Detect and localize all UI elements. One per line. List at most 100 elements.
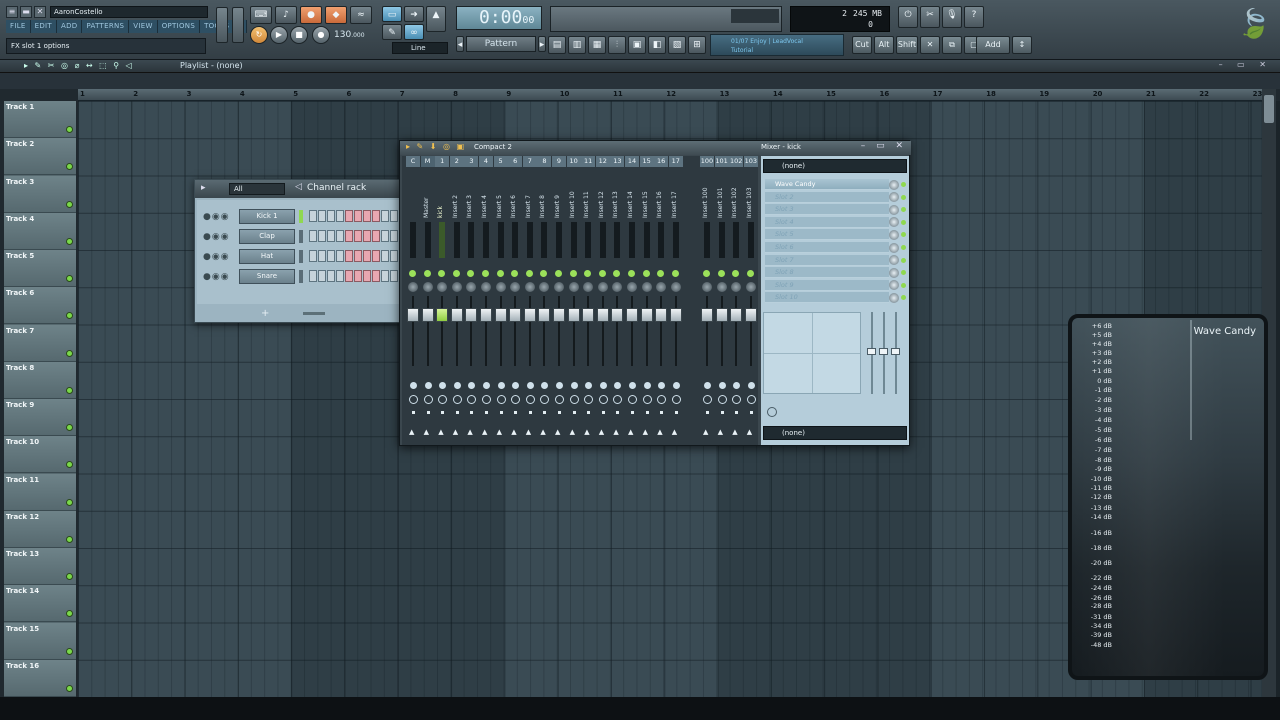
step-button[interactable] [318,270,326,282]
step-button[interactable] [363,250,371,262]
mixer-strip[interactable]: C ▲ [406,156,420,445]
volume-fader[interactable] [480,308,492,322]
mixer-strip[interactable]: 13 Insert 13 ▲ [610,156,625,445]
mixer-strip[interactable]: 100 Insert 100 ▲ [700,156,714,445]
strip-enable-led[interactable] [452,270,460,277]
stereo-separation-knob[interactable] [614,382,622,389]
mixer-strip[interactable]: 16 Insert 16 ▲ [654,156,669,445]
volume-fader[interactable] [596,308,609,322]
step-button[interactable] [345,270,353,282]
volume-fader[interactable] [655,308,668,322]
fx-slot[interactable]: Wave Candy [765,179,889,190]
fx-slot[interactable]: Slot 6 [765,242,889,253]
menu-item-patterns[interactable]: PATTERNS [82,20,130,33]
strip-enable-led[interactable] [732,270,740,277]
track-header[interactable]: Track 11 [4,473,76,511]
pan-knob[interactable] [422,282,433,292]
volume-fader[interactable] [494,308,507,322]
cut-button[interactable]: Cut [852,36,872,54]
track-mute-led[interactable] [66,163,73,171]
track-mute-led[interactable] [66,275,73,282]
fx-slot-mix-knob[interactable] [889,292,899,303]
route-knob[interactable] [657,395,667,404]
power-icon[interactable]: ⏻ [898,6,918,28]
track-header[interactable]: Track 10 [4,436,76,474]
step-button[interactable] [363,210,371,222]
track-mute-led[interactable] [66,424,73,431]
disk-record-icon[interactable] [767,407,777,417]
route-knob[interactable] [467,395,477,404]
send-arrow-icon[interactable]: ▲ [703,428,708,436]
stereo-separation-knob[interactable] [483,382,490,389]
stereo-separation-knob[interactable] [468,382,476,389]
fx-slot[interactable]: Slot 9 [765,279,889,291]
fx-slot[interactable]: Slot 10 [765,292,889,304]
mixer-strip[interactable]: 103 Insert 103 ▲ [743,156,758,445]
track-mute-led[interactable] [66,498,73,506]
mixer-strip[interactable]: 9 Insert 9 ▲ [552,156,566,445]
metronome-icon[interactable]: ♪ [275,6,297,24]
track-mute-led[interactable] [66,349,73,357]
play-button[interactable]: ▶ [270,26,288,44]
pan-knob[interactable] [524,282,535,292]
step-button[interactable] [327,210,335,222]
mixer-strip[interactable]: 2 Insert 2 ▲ [449,156,464,445]
stereo-separation-knob[interactable] [658,382,666,389]
route-knob[interactable] [598,395,608,404]
track-header[interactable]: Track 5 [4,250,76,287]
stereo-separation-knob[interactable] [556,382,563,389]
send-arrow-icon[interactable]: ▲ [540,428,545,436]
mixer-strip[interactable]: 17 Insert 17 ▲ [668,156,683,445]
track-header[interactable]: Track 1 [4,101,76,138]
step-button[interactable] [354,230,362,242]
stereo-separation-knob[interactable] [585,382,593,389]
channel-row[interactable]: ●◉◉ Snare [201,268,399,286]
pencil-icon[interactable]: ✎ [382,24,402,40]
add-channel-button[interactable]: + [261,308,269,319]
zoom-slider[interactable] [303,312,325,315]
pattern-prev-icon[interactable]: ◂ [456,36,464,52]
step-button[interactable] [372,250,380,262]
volume-fader[interactable] [715,308,728,322]
mixer-strip[interactable]: 3 Insert 3 ▲ [464,156,479,445]
track-mute-led[interactable] [66,461,73,469]
tempo-display[interactable]: 130.000 [334,28,370,42]
track-header[interactable]: Track 14 [4,585,76,623]
song-position-slider[interactable] [550,6,782,32]
volume-fader[interactable] [553,308,565,322]
stereo-separation-knob[interactable] [599,382,607,389]
send-arrow-icon[interactable]: ▲ [467,428,472,436]
countdown-icon[interactable]: ◆ [325,6,347,24]
fx-slot-enable-led[interactable] [901,207,906,213]
route-knob[interactable] [613,395,623,404]
channel-pan-volume-knobs[interactable]: ●◉◉ [203,252,230,262]
route-knob[interactable] [642,395,652,404]
step-button[interactable] [354,250,362,262]
fx-slot-mix-knob[interactable] [889,280,899,291]
route-knob[interactable] [525,395,535,404]
fx-slot-enable-led[interactable] [901,232,906,238]
volume-fader[interactable] [730,308,743,322]
route-knob[interactable] [438,395,448,404]
step-button[interactable] [336,210,344,222]
delete-icon[interactable]: ✕ [920,36,940,54]
fx-slot[interactable]: Slot 7 [765,254,889,266]
fx-slot-mix-knob[interactable] [889,255,899,266]
send-arrow-icon[interactable]: ▲ [747,428,752,436]
add-button[interactable]: Add [976,36,1010,54]
loop-icon[interactable]: ↻ [250,26,268,44]
track-mute-led[interactable] [66,386,73,394]
strip-enable-led[interactable] [496,270,504,277]
fx-slot-mix-knob[interactable] [889,179,899,190]
step-button[interactable] [345,210,353,222]
mixer-header-icons[interactable]: ▸ ✎ ⬇ ◎ ▣ [406,142,466,151]
step-button[interactable] [318,210,326,222]
fx-slot-enable-led[interactable] [901,245,906,250]
channel-name-button[interactable]: Snare [239,269,295,284]
strip-enable-led[interactable] [613,270,621,277]
pan-knob[interactable] [451,282,462,292]
fx-slot-enable-led[interactable] [901,194,906,200]
menu-item-view[interactable]: VIEW [129,20,158,33]
channel-rack-menu-icon[interactable]: ▸ [201,183,206,193]
piano-roll-icon[interactable]: ▥ [568,36,586,54]
